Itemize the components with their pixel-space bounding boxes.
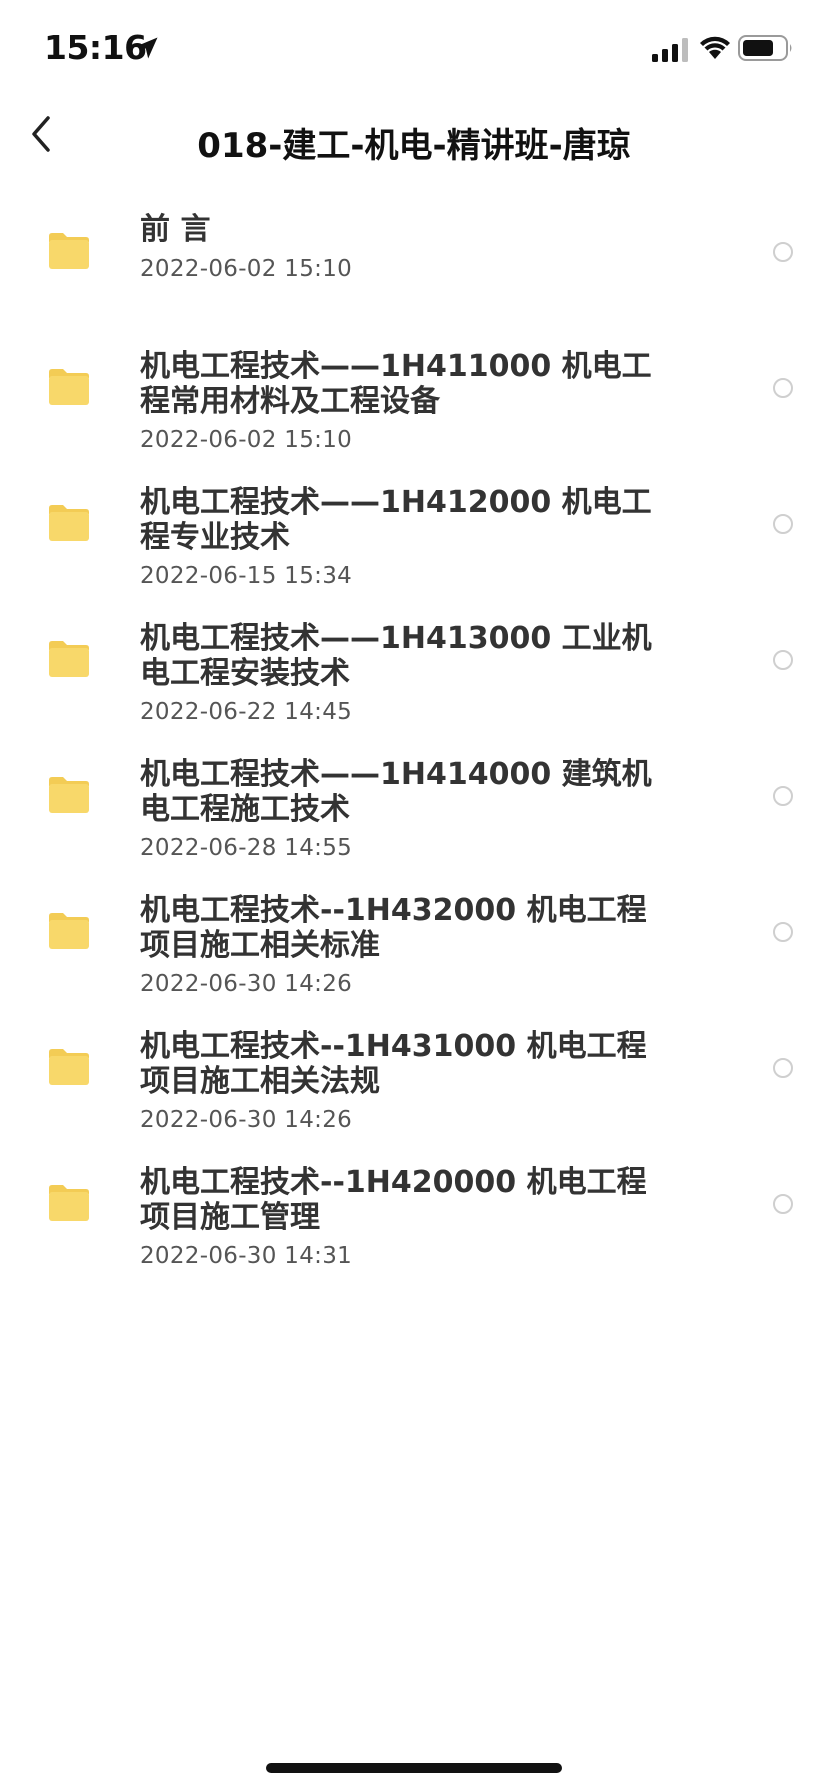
folder-name: 机电工程技术——1H411000 机电工程常用材料及工程设备: [140, 349, 652, 419]
folder-date: 2022-06-30 14:26: [140, 971, 353, 997]
folder-date: 2022-06-30 14:26: [140, 1107, 353, 1133]
folder-icon: [49, 641, 89, 677]
folder-icon: [49, 505, 89, 541]
folder-name: 机电工程技术——1H413000 工业机电工程安装技术: [140, 621, 652, 691]
location-arrow-icon: [136, 37, 158, 59]
chevron-left-icon: [32, 116, 50, 152]
folder-icon: [49, 233, 89, 269]
folder-name: 机电工程技术--1H431000 机电工程项目施工相关法规: [140, 1029, 647, 1099]
status-time: 15:16: [44, 28, 147, 67]
select-radio[interactable]: [773, 378, 793, 398]
folder-icon: [49, 913, 89, 949]
page-title: 018-建工-机电-精讲班-唐琼: [197, 126, 631, 166]
folder-name: 机电工程技术--1H432000 机电工程项目施工相关标准: [140, 893, 647, 963]
folder-name: 机电工程技术--1H420000 机电工程项目施工管理: [140, 1165, 647, 1235]
back-button[interactable]: [22, 112, 62, 156]
wifi-icon: [700, 36, 730, 59]
folder-date: 2022-06-02 15:10: [140, 256, 353, 282]
battery-icon: [738, 35, 792, 61]
select-radio[interactable]: [773, 242, 793, 262]
folder-icon: [49, 1049, 89, 1085]
folder-date: 2022-06-15 15:34: [140, 563, 353, 589]
select-radio[interactable]: [773, 786, 793, 806]
folder-date: 2022-06-28 14:55: [140, 835, 353, 861]
folder-date: 2022-06-02 15:10: [140, 427, 353, 453]
select-radio[interactable]: [773, 922, 793, 942]
folder-name: 机电工程技术——1H412000 机电工程专业技术: [140, 485, 652, 555]
folder-name: 机电工程技术——1H414000 建筑机电工程施工技术: [140, 757, 652, 827]
folder-icon: [49, 1185, 89, 1221]
folder-icon: [49, 369, 89, 405]
select-radio[interactable]: [773, 1058, 793, 1078]
folder-name: 前 言: [140, 212, 211, 247]
folder-icon: [49, 777, 89, 813]
select-radio[interactable]: [773, 650, 793, 670]
select-radio[interactable]: [773, 1194, 793, 1214]
select-radio[interactable]: [773, 514, 793, 534]
folder-date: 2022-06-30 14:31: [140, 1243, 353, 1269]
folder-date: 2022-06-22 14:45: [140, 699, 353, 725]
home-indicator[interactable]: [266, 1763, 562, 1773]
status-bar: 15:16: [0, 0, 828, 100]
cellular-signal-icon: [652, 38, 688, 62]
